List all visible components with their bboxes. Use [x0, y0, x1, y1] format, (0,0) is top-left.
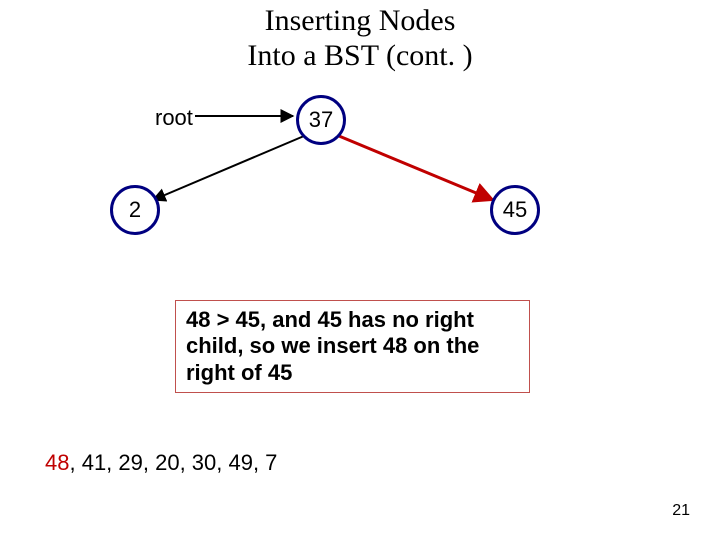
node-right: 45: [490, 185, 540, 235]
page-number: 21: [672, 502, 690, 520]
title-line-2: Into a BST (cont. ): [247, 39, 472, 72]
node-root: 37: [296, 95, 346, 145]
slide-title: Inserting Nodes Into a BST (cont. ): [0, 4, 720, 73]
root-label: root: [155, 105, 193, 131]
insert-sequence: 48, 41, 29, 20, 30, 49, 7: [45, 450, 277, 476]
insert-sequence-rest: , 41, 29, 20, 30, 49, 7: [69, 450, 277, 475]
title-line-1: Inserting Nodes: [265, 4, 456, 37]
right-edge: [339, 136, 493, 200]
node-left: 2: [110, 185, 160, 235]
insert-sequence-current: 48: [45, 450, 69, 475]
left-edge: [153, 136, 304, 200]
explanation-box: 48 > 45, and 45 has no right child, so w…: [175, 300, 530, 393]
